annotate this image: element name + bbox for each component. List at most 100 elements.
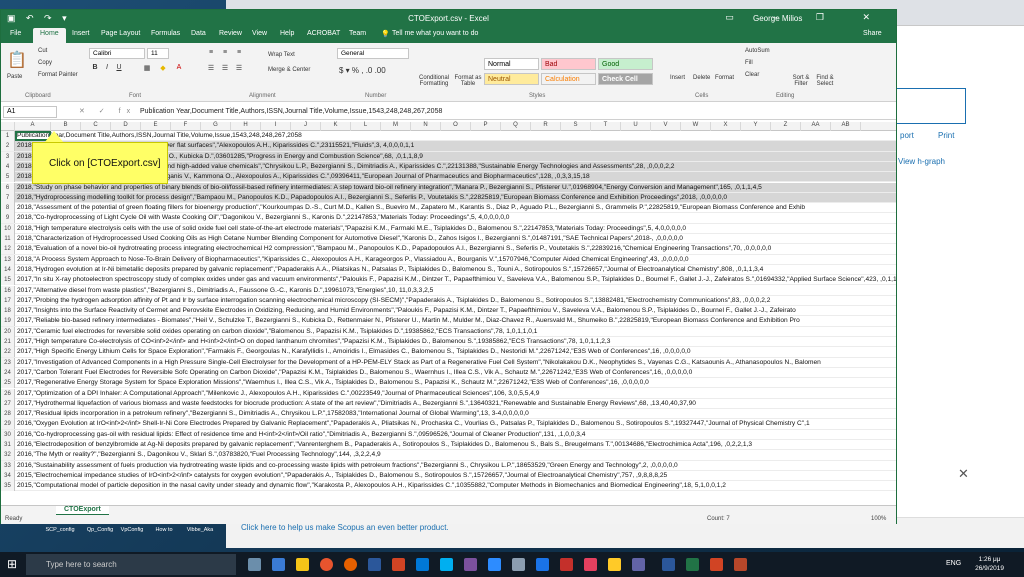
cell-text[interactable]: 2016,"Sustainability assessment of fuels… [17, 461, 678, 471]
row-number[interactable]: 33 [1, 460, 15, 471]
cell-text[interactable]: 2015,"Electrochemical impedance studies … [17, 471, 667, 481]
underline-icon[interactable]: U [113, 64, 125, 75]
outlook-icon[interactable] [416, 558, 429, 571]
table-row[interactable]: 26 2017,"Optimization of a DPI Inhaler: A… [1, 388, 896, 399]
borders-icon[interactable]: ▦ [141, 64, 153, 75]
cell-text[interactable]: 2017,"Regenerative Energy Storage System… [17, 378, 649, 388]
paste-icon[interactable]: 📋 [7, 50, 27, 70]
find-select-button[interactable]: Find & Select [813, 75, 837, 87]
style-bad[interactable]: Bad [541, 58, 596, 70]
app-icon[interactable] [560, 558, 573, 571]
row-number[interactable]: 25 [1, 378, 15, 389]
print-link[interactable]: Print [938, 131, 954, 140]
table-row[interactable]: 28 2017,"Residual lipids incorporation in… [1, 409, 896, 420]
app-icon[interactable] [536, 558, 549, 571]
formula-input[interactable]: Publication Year,Document Title,Authors,… [140, 108, 442, 115]
tell-me-search[interactable]: Tell me what you want to do [392, 30, 478, 37]
cell-text[interactable]: 2017,"Reliable bio-based refinery interm… [17, 316, 800, 326]
cell-text[interactable]: 2017,"Hydrothermal liquefaction of vario… [17, 399, 696, 409]
table-row[interactable]: 23 2017,"Investigation of Advanced Compon… [1, 357, 896, 368]
align-middle-icon[interactable]: ≡ [219, 49, 231, 60]
table-row[interactable]: 25 2017,"Regenerative Energy Storage Syst… [1, 378, 896, 389]
cell-text[interactable]: 2018,"High temperature electrolysis cell… [17, 224, 686, 234]
cell-text[interactable]: 2016,"The Myth or reality?","Bezergianni… [17, 450, 381, 460]
column-header[interactable]: V [651, 122, 681, 131]
align-bottom-icon[interactable]: ≡ [233, 49, 245, 60]
column-header[interactable]: O [441, 122, 471, 131]
style-calculation[interactable]: Calculation [541, 73, 596, 85]
column-header[interactable]: J [291, 122, 321, 131]
font-color-icon[interactable]: A [173, 64, 185, 75]
column-header[interactable]: S [561, 122, 591, 131]
column-header[interactable]: T [591, 122, 621, 131]
row-number[interactable]: 28 [1, 409, 15, 420]
language-indicator[interactable]: ENG [946, 560, 961, 567]
row-number[interactable]: 19 [1, 316, 15, 327]
table-row[interactable]: 11 2018,"Characterization of Hydroprocess… [1, 234, 896, 245]
row-number[interactable]: 20 [1, 326, 15, 337]
edge-icon[interactable] [272, 558, 285, 571]
column-header[interactable]: Q [501, 122, 531, 131]
fx-icon[interactable]: ✕ ✓ fx [79, 107, 136, 115]
task-view-icon[interactable] [248, 558, 261, 571]
column-header[interactable]: E [141, 122, 171, 131]
word-icon[interactable] [368, 558, 381, 571]
skype-icon[interactable] [440, 558, 453, 571]
cell-text[interactable]: 2018,"Hydrogen evolution at Ir-Ni bimeta… [17, 265, 763, 275]
autosum-button[interactable]: AutoSum [745, 48, 770, 54]
table-row[interactable]: 33 2016,"Sustainability assessment of fue… [1, 460, 896, 471]
row-number[interactable]: 30 [1, 429, 15, 440]
row-number[interactable]: 13 [1, 254, 15, 265]
column-header[interactable]: K [321, 122, 351, 131]
table-row[interactable]: 22 2017,"High Specific Energy Lithium Cel… [1, 347, 896, 358]
column-header[interactable]: X [711, 122, 741, 131]
column-header[interactable]: Y [741, 122, 771, 131]
column-header[interactable]: Z [771, 122, 801, 131]
column-header[interactable]: M [381, 122, 411, 131]
row-number[interactable]: 10 [1, 223, 15, 234]
style-check-cell[interactable]: Check Cell [598, 73, 653, 85]
font-name-select[interactable]: Calibri [89, 48, 145, 59]
currency-icon[interactable]: $ ▾ % , .0 .00 [339, 66, 386, 75]
table-row[interactable]: 16 2017,"Alternative diesel from waste pl… [1, 285, 896, 296]
row-number[interactable]: 31 [1, 440, 15, 450]
format-as-table-button[interactable]: Format as Table [453, 75, 483, 87]
italic-icon[interactable]: I [101, 64, 113, 75]
table-row[interactable]: 6 2018,"Study on phase behavior and prope… [1, 182, 896, 193]
cell-text[interactable]: 2018,"A Process System Approach to Nose-… [17, 255, 689, 265]
delete-cells-button[interactable]: Delete [693, 75, 710, 81]
copy-button[interactable]: Copy [38, 60, 52, 66]
table-row[interactable]: 14 2018,"Hydrogen evolution at Ir-Ni bime… [1, 264, 896, 276]
align-right-icon[interactable]: ☰ [233, 64, 245, 75]
row-number[interactable]: 3 [1, 151, 15, 162]
powerpoint-icon[interactable] [710, 558, 723, 571]
tab-team[interactable]: Team [349, 30, 366, 37]
merge-center-button[interactable]: Merge & Center [268, 67, 310, 73]
table-row[interactable]: 1 Publication Year,Document Title,Authors… [1, 131, 896, 142]
tab-page-layout[interactable]: Page Layout [101, 30, 140, 37]
cut-button[interactable]: Cut [38, 48, 47, 54]
fill-button[interactable]: Fill [745, 60, 753, 66]
table-row[interactable]: 30 2016,"Co-hydroprocessing gas-oil with … [1, 429, 896, 440]
insert-cells-button[interactable]: Insert [670, 75, 685, 81]
share-button[interactable]: Share [863, 30, 882, 37]
desktop-icon[interactable]: SCP_config [40, 527, 80, 533]
paste-button[interactable]: Paste [7, 74, 22, 80]
row-number[interactable]: 27 [1, 398, 15, 409]
table-row[interactable]: 9 2018,"Co-hydroprocessing of Light Cycle… [1, 213, 896, 224]
row-number[interactable]: 12 [1, 244, 15, 255]
chrome-icon[interactable] [320, 558, 333, 571]
powerpoint-icon[interactable] [392, 558, 405, 571]
cell-text[interactable]: 2018,"Co-hydroprocessing of Light Cycle … [17, 213, 509, 223]
number-format-select[interactable]: General [337, 48, 409, 59]
view-h-graph-link[interactable]: View h-graph [898, 157, 945, 166]
table-row[interactable]: 32 2016,"The Myth or reality?","Bezergian… [1, 450, 896, 461]
row-number[interactable]: 18 [1, 306, 15, 317]
column-header[interactable]: F [171, 122, 201, 131]
zoom-level[interactable]: 100% [871, 516, 886, 522]
table-row[interactable]: 13 2018,"A Process System Approach to Nos… [1, 254, 896, 265]
windows-start-icon[interactable]: ⊞ [7, 557, 17, 571]
row-number[interactable]: 16 [1, 285, 15, 296]
tab-data[interactable]: Data [191, 30, 206, 37]
cell-text[interactable]: 2017,"Carbon Tolerant Fuel Electrodes fo… [17, 368, 692, 378]
